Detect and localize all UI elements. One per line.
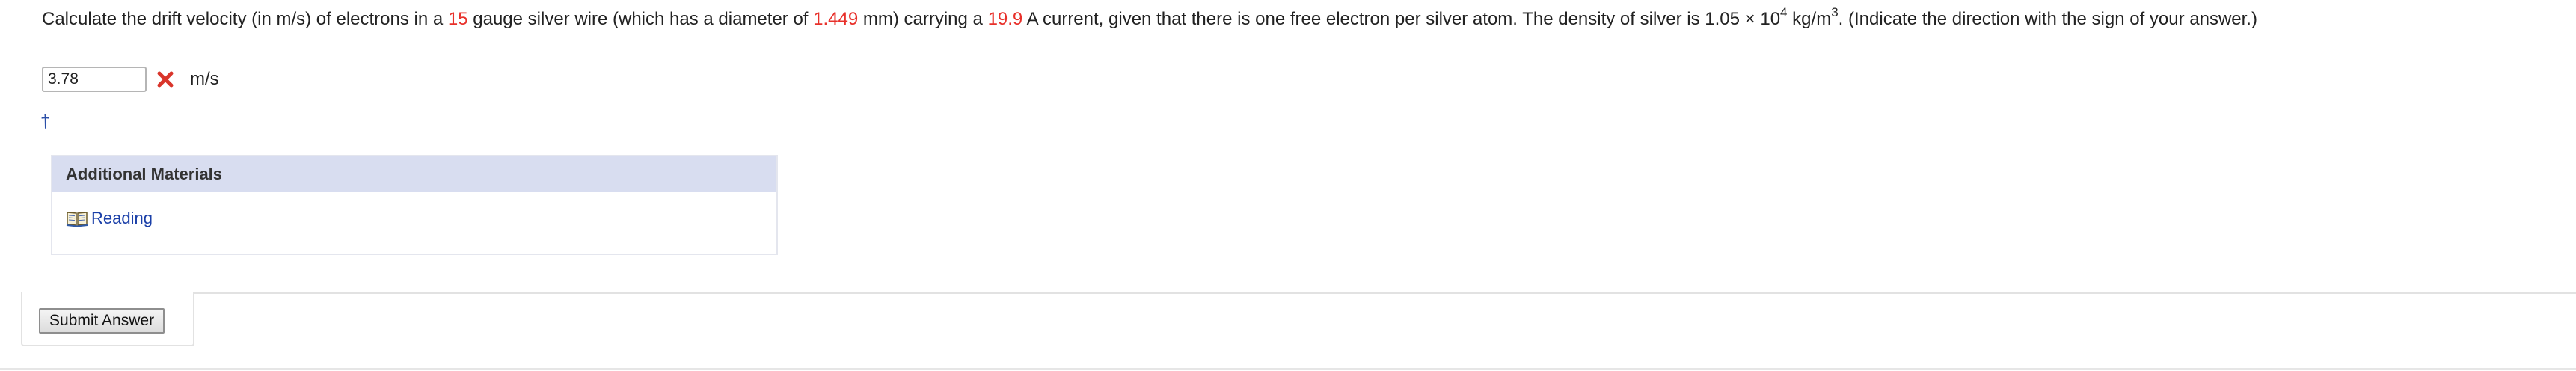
current-value: 19.9 (987, 9, 1023, 29)
question-part-1: Calculate the drift velocity (in m/s) of… (42, 9, 448, 29)
wire-gauge-value: 15 (447, 9, 468, 29)
additional-materials-panel: Additional Materials Reading (51, 155, 778, 255)
density-exponent: 4 (1780, 5, 1788, 19)
bottom-divider (0, 368, 2576, 370)
question-page: Calculate the drift velocity (in m/s) of… (0, 0, 2576, 371)
question-part-4: A current, given that there is one free … (1022, 9, 1781, 29)
question-part-3: mm) carrying a (858, 9, 988, 29)
submit-area-divider (193, 292, 2576, 294)
x-mark-icon (156, 70, 175, 89)
unit-exponent: 3 (1831, 5, 1839, 19)
book-icon (66, 209, 90, 227)
question-part-2: gauge silver wire (which has a diameter … (467, 9, 814, 29)
reading-link-label: Reading (91, 209, 153, 227)
question-text: Calculate the drift velocity (in m/s) of… (42, 6, 2563, 33)
additional-materials-header: Additional Materials (52, 156, 776, 192)
answer-unit: m/s (190, 69, 219, 89)
question-part-6: . (Indicate the direction with the sign … (1838, 9, 2257, 29)
reading-link[interactable]: Reading (66, 209, 776, 228)
dagger-link[interactable]: † (40, 111, 50, 132)
wire-diameter-value: 1.449 (813, 9, 859, 29)
answer-row: m/s (42, 64, 219, 94)
answer-input[interactable] (42, 67, 147, 92)
question-part-5: kg/m (1787, 9, 1832, 29)
submit-answer-button[interactable]: Submit Answer (39, 308, 165, 334)
